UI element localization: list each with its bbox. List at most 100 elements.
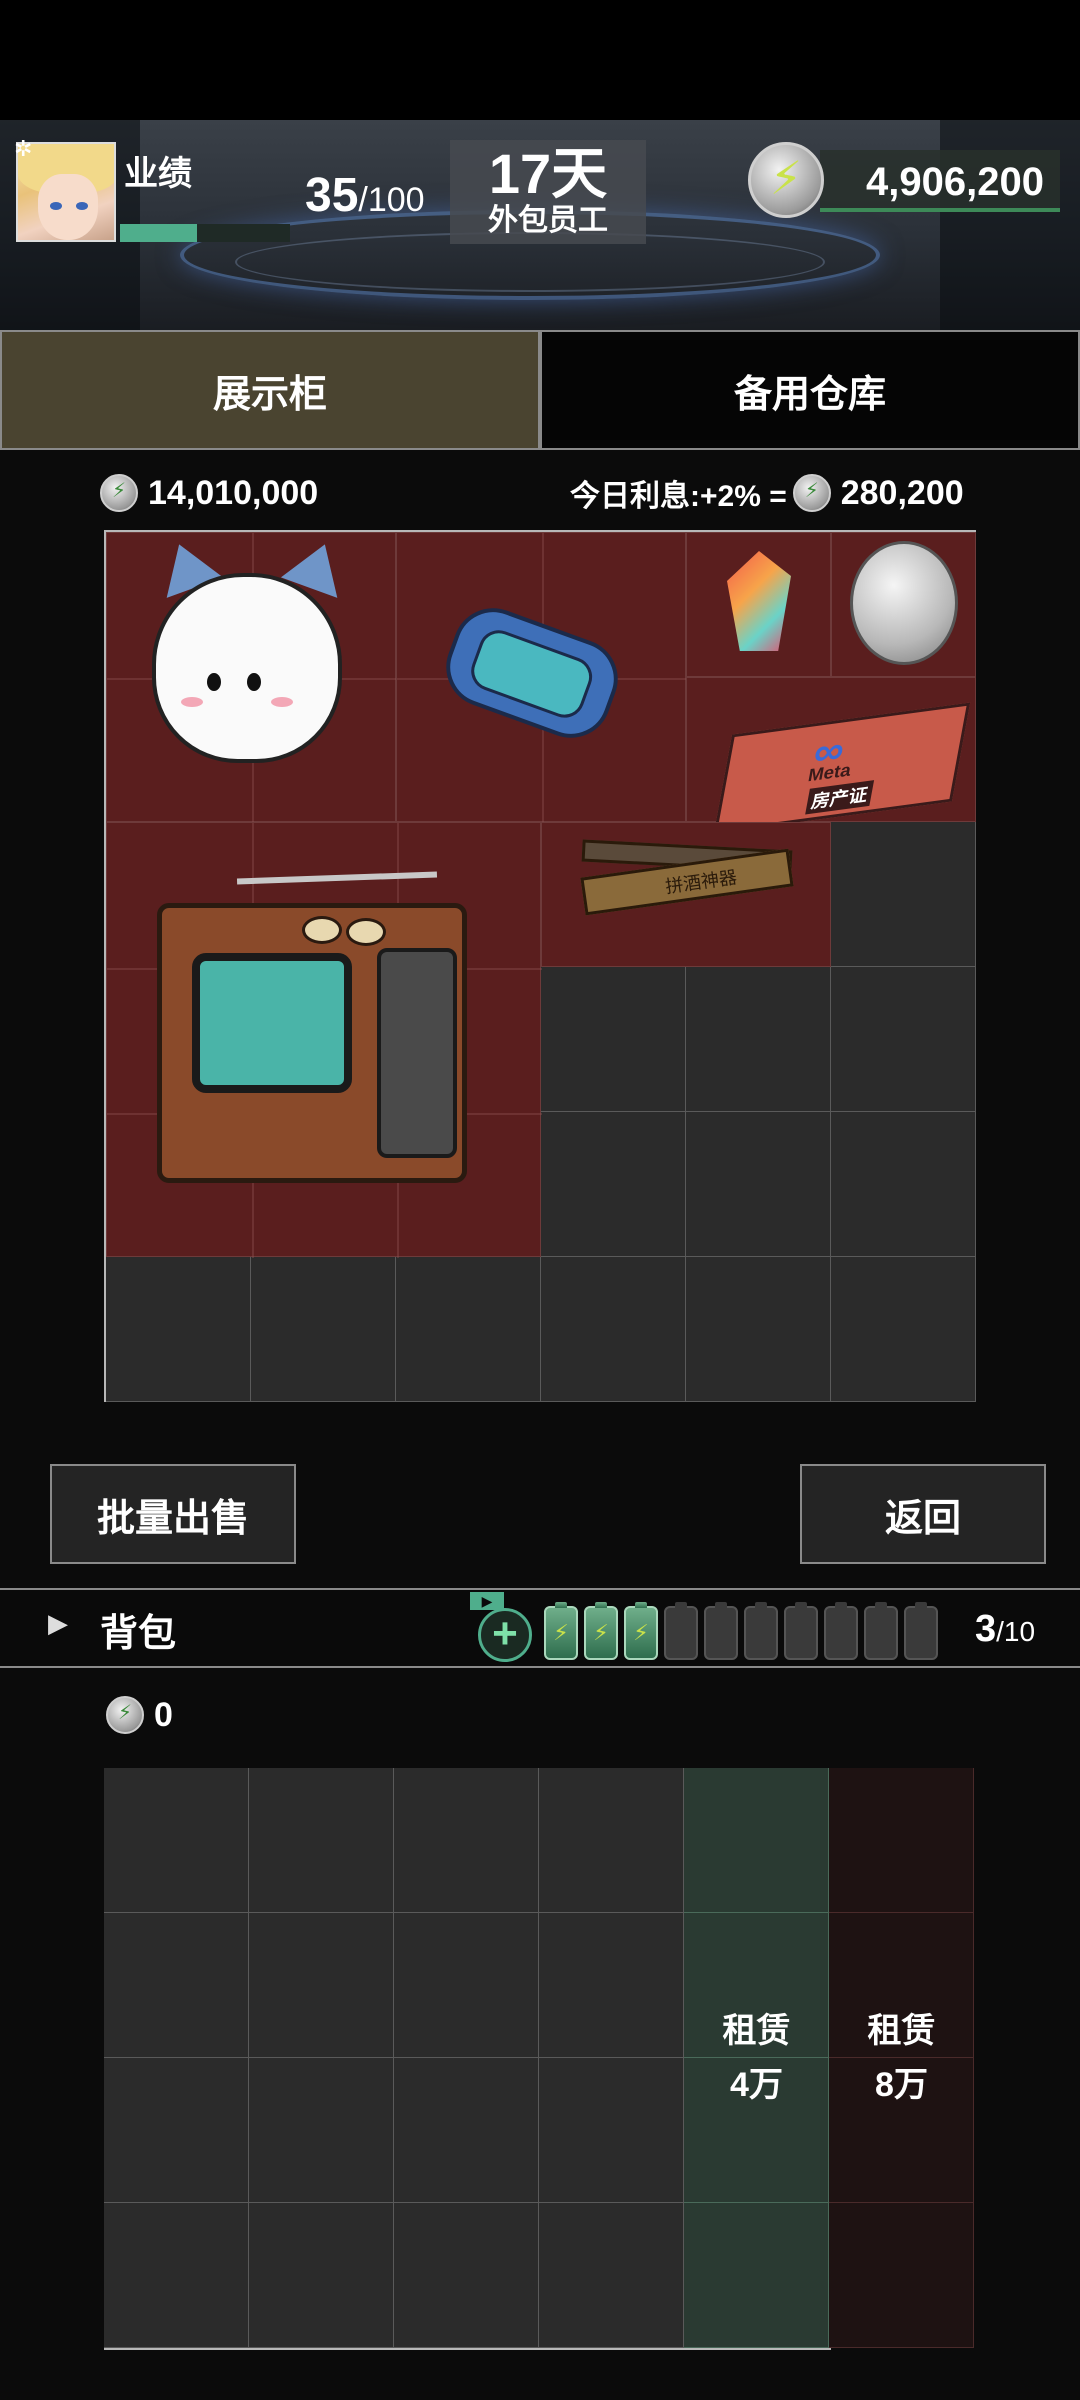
battery-icon <box>704 1602 738 1660</box>
performance-max: /100 <box>358 181 425 219</box>
backpack-count-current: 3 <box>975 1608 997 1650</box>
add-battery-button[interactable]: + <box>478 1608 532 1662</box>
storage-tabs: 展示柜 备用仓库 <box>0 330 1080 450</box>
grid-cell[interactable] <box>831 1112 976 1257</box>
settings-icon[interactable]: ✲ <box>14 138 32 160</box>
property-deed-icon: ∞ Meta 房产证 <box>713 702 971 834</box>
backpack-grid: 租赁 4万 租赁 8万 <box>104 1768 976 2350</box>
backpack-cell[interactable] <box>394 1768 539 1913</box>
robot-icon <box>435 596 629 750</box>
rent-a-label: 租赁 <box>722 2012 791 2050</box>
backpack-cell[interactable] <box>104 1913 249 2058</box>
video-play-icon: ▶ <box>470 1592 504 1610</box>
rent-b-label: 租赁 <box>867 2012 936 2050</box>
backpack-cell[interactable] <box>539 1913 684 2058</box>
battery-icon <box>784 1602 818 1660</box>
silver-coin-item[interactable] <box>831 532 976 677</box>
rent-cell[interactable] <box>829 2203 974 2348</box>
back-button[interactable]: 返回 <box>800 1464 1046 1564</box>
backpack-cell[interactable] <box>394 2203 539 2348</box>
backpack-cell[interactable] <box>104 1768 249 1913</box>
grid-cell[interactable] <box>396 1257 541 1402</box>
backpack-bar[interactable]: ▶ 背包 ▶ + ⚡ ⚡ ⚡ 3/10 <box>0 1588 1080 1668</box>
display-grid: ∞ Meta 房产证 拼酒神器 <box>104 530 976 1402</box>
backpack-cell[interactable] <box>249 1913 394 2058</box>
battery-icon <box>824 1602 858 1660</box>
cat-plush-item[interactable] <box>106 532 397 823</box>
bulk-sell-button[interactable]: 批量出售 <box>50 1464 296 1564</box>
days-count: 17天 <box>488 142 608 205</box>
rent-cell[interactable] <box>684 2203 829 2348</box>
interest-info: 今日利息:+2% = 280,200 <box>570 468 964 518</box>
rent-cell[interactable] <box>829 1768 974 1913</box>
lightning-coin-icon <box>100 474 138 512</box>
crystal-item[interactable] <box>686 532 831 677</box>
battery-icon: ⚡ <box>584 1602 618 1660</box>
tab-display-cabinet[interactable]: 展示柜 <box>0 330 540 450</box>
grid-cell[interactable] <box>686 1112 831 1257</box>
backpack-cell[interactable] <box>104 2058 249 2203</box>
money-amount: 4,906,200 <box>866 160 1044 204</box>
tv-antenna <box>236 871 438 885</box>
rent-slot-b[interactable]: 租赁 8万 <box>829 2004 974 2112</box>
backpack-label: 背包 <box>100 1613 177 1655</box>
grid-cell[interactable] <box>686 967 831 1112</box>
crystal-icon <box>727 551 791 651</box>
rent-a-price: 4万 <box>730 2066 783 2104</box>
performance-label: 业绩 <box>124 155 192 193</box>
backpack-cell[interactable] <box>539 1768 684 1913</box>
cat-eye <box>247 673 261 691</box>
backpack-cell[interactable] <box>104 2203 249 2348</box>
display-total-value: 14,010,000 <box>100 468 318 518</box>
grid-cell[interactable] <box>541 1112 686 1257</box>
grid-cell[interactable] <box>541 1257 686 1402</box>
grid-cell[interactable] <box>106 1257 251 1402</box>
grid-cell[interactable] <box>541 967 686 1112</box>
rent-b-price: 8万 <box>875 2066 928 2104</box>
battery-icon: ⚡ <box>624 1602 658 1660</box>
battery-icon <box>664 1602 698 1660</box>
retro-tv-icon <box>157 903 467 1183</box>
cat-eye <box>207 673 221 691</box>
silver-coin-icon <box>850 541 958 665</box>
player-header: ✲ 业绩 35/100 17天 外包员工 4,906,200 ⚡ <box>0 120 1080 330</box>
expand-arrow-icon[interactable]: ▶ <box>48 1608 68 1639</box>
cat-plush-icon <box>152 573 342 763</box>
grid-cell[interactable] <box>686 1257 831 1402</box>
retro-tv-item[interactable] <box>106 822 542 1258</box>
rent-slot-a[interactable]: 租赁 4万 <box>684 2004 829 2112</box>
tab-spare-warehouse[interactable]: 备用仓库 <box>540 330 1080 450</box>
backpack-count: 3/10 <box>975 1608 1035 1651</box>
lightning-coin-icon <box>792 474 831 512</box>
performance-bar-fill <box>120 224 197 242</box>
grid-cell[interactable] <box>831 1257 976 1402</box>
grid-cell[interactable] <box>831 967 976 1112</box>
robot-item[interactable] <box>396 532 687 823</box>
backpack-cell[interactable] <box>394 1913 539 2058</box>
backpack-cell[interactable] <box>539 2203 684 2348</box>
backpack-cell[interactable] <box>249 2203 394 2348</box>
battery-icon <box>744 1602 778 1660</box>
days-box: 17天 外包员工 <box>450 140 646 244</box>
interest-value: 280,200 <box>840 473 964 512</box>
performance-current: 35 <box>305 169 359 222</box>
top-bar <box>0 0 1080 120</box>
performance-bar <box>120 224 290 242</box>
interest-label: 今日利息:+2% = <box>570 480 787 513</box>
backpack-cell[interactable] <box>249 1768 394 1913</box>
backpack-cell[interactable] <box>249 2058 394 2203</box>
backpack-cell[interactable] <box>539 2058 684 2203</box>
backpack-value: 0 <box>106 1690 173 1740</box>
performance-count: 35/100 <box>305 168 425 223</box>
cat-blush <box>181 697 203 707</box>
backpack-cell[interactable] <box>394 2058 539 2203</box>
rent-cell[interactable] <box>684 1768 829 1913</box>
grid-cell[interactable] <box>251 1257 396 1402</box>
stick-item[interactable]: 拼酒神器 <box>541 822 831 967</box>
property-deed-item[interactable]: ∞ Meta 房产证 <box>686 677 976 834</box>
battery-icon <box>904 1602 938 1660</box>
employee-role: 外包员工 <box>488 204 608 237</box>
grid-cell[interactable] <box>831 822 976 967</box>
backpack-count-max: /10 <box>996 1616 1036 1647</box>
cat-blush <box>271 697 293 707</box>
